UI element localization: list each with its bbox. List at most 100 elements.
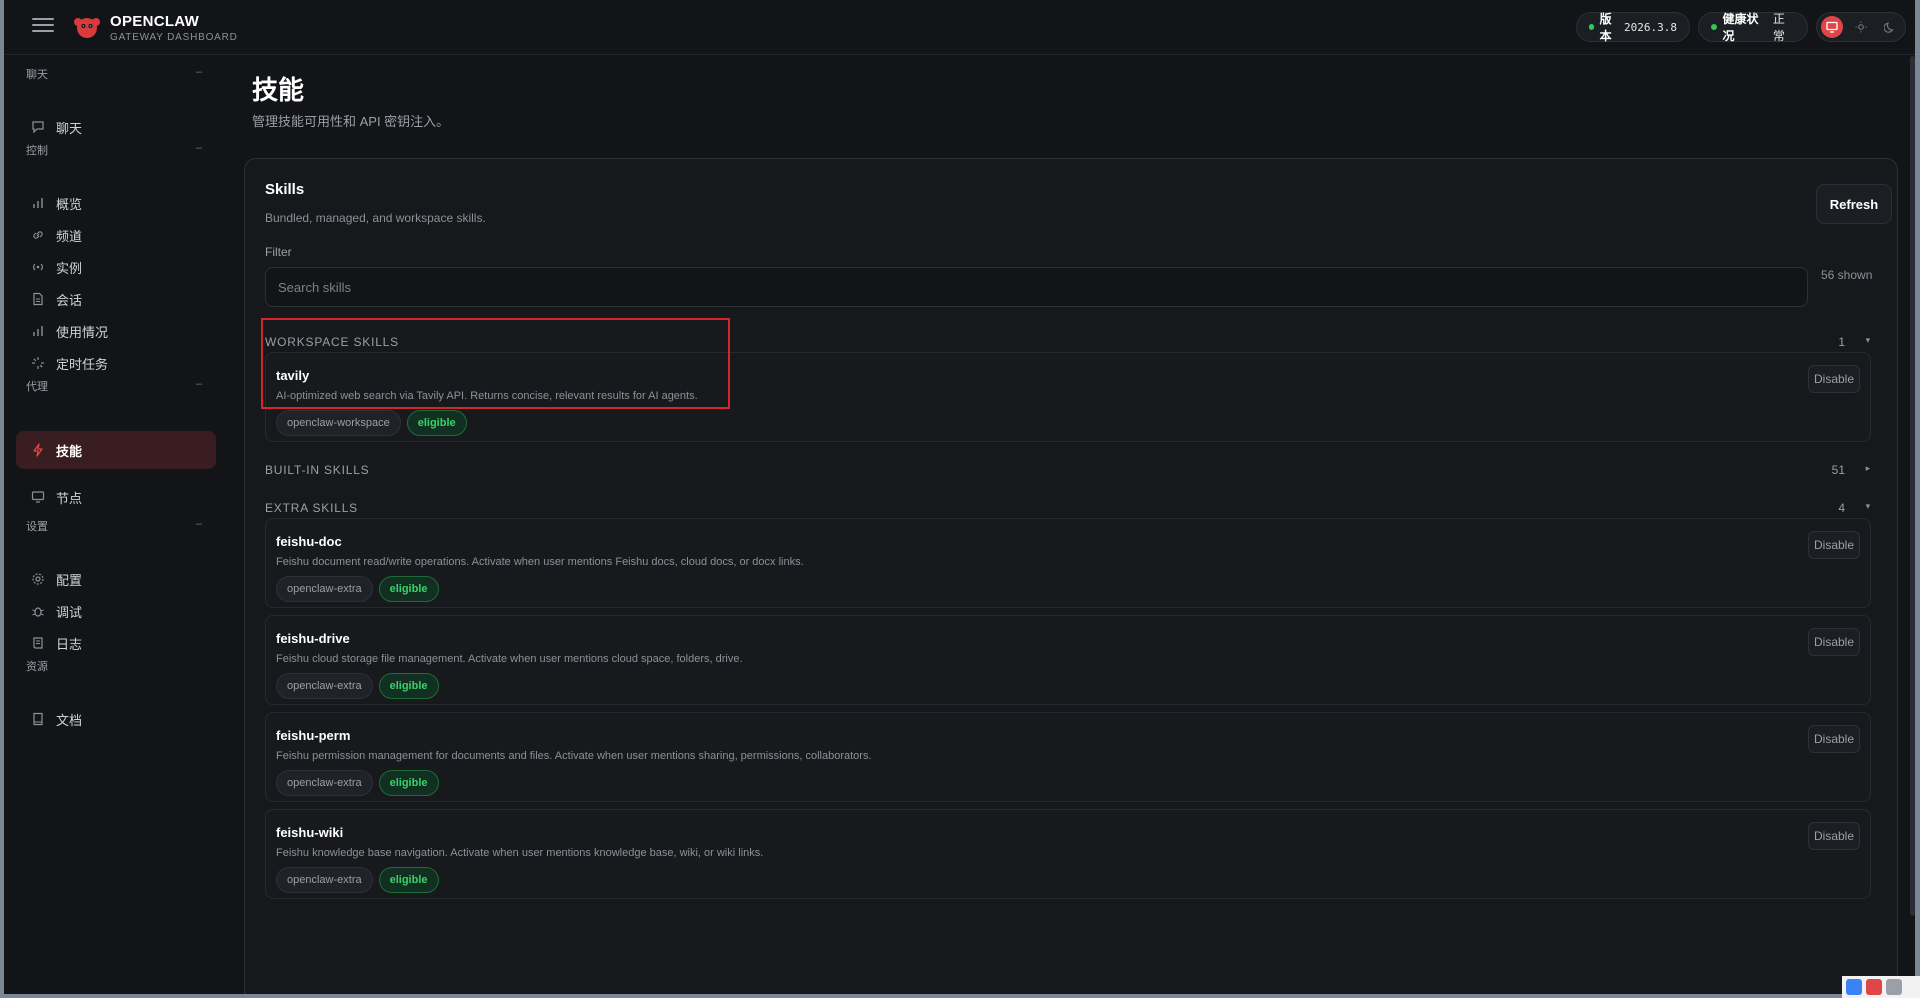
sidebar-item-label: 技能	[56, 443, 83, 459]
version-badge: 版本 2026.3.8	[1576, 12, 1690, 43]
group-title: BUILT-IN SKILLS	[265, 463, 370, 477]
refresh-button[interactable]: Refresh	[1816, 184, 1892, 224]
chat-icon	[30, 119, 46, 135]
card-subtitle: Bundled, managed, and workspace skills.	[265, 211, 486, 225]
search-input[interactable]	[265, 267, 1808, 307]
disable-button[interactable]: Disable	[1808, 365, 1860, 393]
disable-button[interactable]: Disable	[1808, 628, 1860, 656]
bug-icon	[30, 603, 46, 619]
skill-card: feishu-doc Feishu document read/write op…	[265, 518, 1871, 608]
sidebar-item-logs[interactable]: 日志	[16, 624, 216, 662]
monitor-icon	[30, 489, 46, 505]
skill-card: feishu-wiki Feishu knowledge base naviga…	[265, 809, 1871, 899]
page-scrollbar[interactable]	[1910, 56, 1915, 916]
skill-tags: openclaw-workspace eligible	[276, 410, 467, 436]
section-chat-collapse[interactable]: –	[196, 66, 202, 78]
bar-chart-icon	[30, 323, 46, 339]
link-icon	[30, 227, 46, 243]
sidebar-item-skills[interactable]: 技能	[16, 431, 216, 469]
group-title: EXTRA SKILLS	[265, 501, 358, 515]
health-badge: 健康状况 正常	[1698, 12, 1808, 43]
section-resources-title: 资源	[26, 661, 48, 673]
skill-name: feishu-wiki	[276, 825, 344, 840]
group-count: 4	[1838, 501, 1845, 515]
sidebar-item-nodes[interactable]: 节点	[16, 478, 216, 516]
sidebar-item-label: 实例	[56, 260, 83, 276]
skill-name: feishu-perm	[276, 728, 351, 743]
filter-label: Filter	[265, 245, 292, 259]
sidebar-item-docs[interactable]: 文档	[16, 700, 216, 738]
group-count: 51	[1831, 463, 1845, 477]
skill-tags: openclaw-extra eligible	[276, 770, 439, 796]
lightning-icon	[30, 442, 46, 458]
sidebar-item-label: 调试	[56, 604, 83, 620]
monitor-theme-icon[interactable]	[1821, 16, 1843, 38]
sidebar-item-label: 概览	[56, 196, 83, 212]
source-tag: openclaw-workspace	[276, 410, 401, 436]
document-icon	[30, 291, 46, 307]
skills-card: Skills Bundled, managed, and workspace s…	[244, 158, 1898, 994]
caret-down-icon: ▾	[1865, 335, 1871, 345]
caret-right-icon: ▸	[1865, 463, 1871, 473]
skill-tags: openclaw-extra eligible	[276, 867, 439, 893]
hamburger-menu-icon[interactable]	[32, 18, 54, 36]
caret-down-icon: ▾	[1865, 501, 1871, 511]
skill-description: Feishu document read/write operations. A…	[276, 556, 804, 568]
sidebar-item-label: 文档	[56, 712, 83, 728]
top-bar: OPENCLAW GATEWAY DASHBOARD 版本 2026.3.8 健…	[4, 0, 1915, 55]
gear-icon	[30, 571, 46, 587]
tray-app-icon[interactable]	[1866, 979, 1882, 995]
sidebar-item-label: 配置	[56, 572, 83, 588]
health-label: 健康状况	[1722, 12, 1759, 43]
skill-card: feishu-perm Feishu permission management…	[265, 712, 1871, 802]
disable-button[interactable]: Disable	[1808, 725, 1860, 753]
version-label: 版本	[1599, 12, 1612, 43]
sidebar-item-label: 使用情况	[56, 324, 109, 340]
skill-description: Feishu permission management for documen…	[276, 750, 872, 762]
disable-button[interactable]: Disable	[1808, 822, 1860, 850]
skill-description: Feishu knowledge base navigation. Activa…	[276, 847, 764, 859]
section-agents-collapse[interactable]: –	[196, 378, 202, 390]
theme-switcher	[1816, 12, 1906, 42]
section-agents-title: 代理	[26, 381, 48, 393]
health-value: 正常	[1772, 12, 1785, 43]
system-tray	[1842, 976, 1920, 998]
broadcast-icon	[30, 259, 46, 275]
skill-tags: openclaw-extra eligible	[276, 673, 439, 699]
group-title: WORKSPACE SKILLS	[265, 335, 399, 349]
sidebar-item-label: 定时任务	[56, 356, 109, 372]
tray-app-icon[interactable]	[1846, 979, 1862, 995]
status-badge: eligible	[378, 673, 439, 699]
page-title: 技能	[252, 75, 305, 105]
group-builtin-skills[interactable]: BUILT-IN SKILLS 51 ▸	[265, 463, 1871, 483]
section-chat-title: 聊天	[26, 69, 48, 81]
skill-description: Feishu cloud storage file management. Ac…	[276, 653, 743, 665]
disable-button[interactable]: Disable	[1808, 531, 1860, 559]
tray-app-icon[interactable]	[1886, 979, 1902, 995]
status-badge: eligible	[406, 410, 467, 436]
page-subtitle: 管理技能可用性和 API 密钥注入。	[252, 114, 450, 129]
status-badge: eligible	[378, 867, 439, 893]
brand: OPENCLAW GATEWAY DASHBOARD	[110, 13, 238, 43]
book-icon	[30, 711, 46, 727]
source-tag: openclaw-extra	[276, 673, 373, 699]
sidebar-item-cron[interactable]: 定时任务	[16, 344, 216, 382]
section-control-collapse[interactable]: –	[196, 142, 202, 154]
status-badge: eligible	[378, 576, 439, 602]
sidebar-item-label: 会话	[56, 292, 83, 308]
sun-icon[interactable]	[1850, 16, 1872, 38]
group-count: 1	[1838, 335, 1845, 349]
status-dot-icon	[1589, 24, 1594, 30]
section-settings-collapse[interactable]: –	[196, 518, 202, 530]
sidebar-item-label: 聊天	[56, 120, 83, 136]
sidebar-item-chat[interactable]: 聊天	[16, 108, 216, 146]
skill-name: feishu-drive	[276, 631, 350, 646]
sidebar-item-label: 节点	[56, 490, 83, 506]
skill-description: AI-optimized web search via Tavily API. …	[276, 390, 698, 402]
moon-icon[interactable]	[1879, 16, 1901, 38]
app-window: OPENCLAW GATEWAY DASHBOARD 版本 2026.3.8 健…	[4, 0, 1915, 994]
main-content: 技能 管理技能可用性和 API 密钥注入。 Skills Bundled, ma…	[232, 56, 1915, 994]
bar-chart-icon	[30, 195, 46, 211]
version-value: 2026.3.8	[1624, 20, 1677, 34]
brand-subtitle: GATEWAY DASHBOARD	[110, 32, 238, 43]
